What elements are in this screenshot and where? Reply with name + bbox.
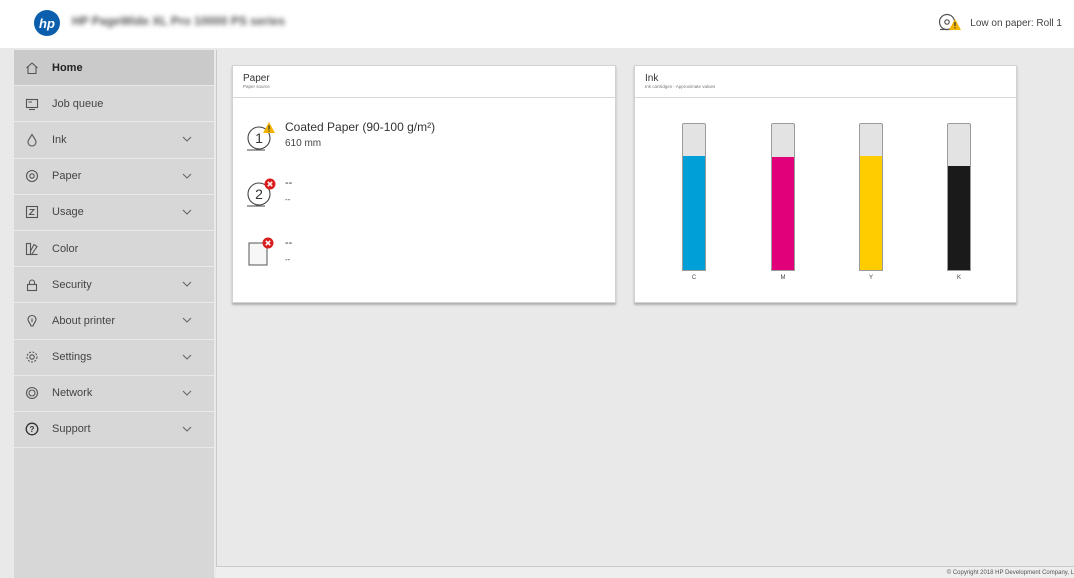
ink-level-fill — [683, 156, 705, 270]
sidebar-item-label: Support — [52, 423, 91, 436]
paper-type: -- — [285, 237, 293, 249]
sidebar-item-settings[interactable]: Settings — [14, 340, 214, 376]
globe-icon — [24, 385, 40, 401]
paper-type: -- — [285, 177, 293, 189]
sidebar-item-label: Settings — [52, 351, 92, 364]
hp-logo: hp — [34, 10, 60, 36]
card-title: Paper — [243, 73, 270, 84]
sidebar-item-label: Color — [52, 242, 79, 255]
color-swatch-icon — [24, 241, 40, 257]
sidebar-item-label: Network — [52, 387, 93, 400]
paper-roll-icon — [24, 168, 40, 184]
cartridge-label: C — [691, 275, 697, 281]
top-header: hp HP PageWide XL Pro 10000 PS series Lo… — [0, 0, 1074, 48]
sidebar-item-security[interactable]: Security — [14, 267, 214, 304]
roll-number: 2 — [255, 186, 263, 202]
card-header: Ink Ink cartridges - Approximate values — [635, 66, 1016, 98]
cartridge-body — [947, 142, 971, 271]
alert-text: Low on paper: Roll 1 — [970, 17, 1062, 29]
roll-warning-icon: 1 — [245, 120, 277, 151]
paper-type: Coated Paper (90-100 g/m²) — [285, 120, 436, 134]
svg-text:?: ? — [30, 425, 35, 434]
cartridge-cap — [771, 123, 795, 143]
sidebar-item-network[interactable]: Network — [14, 376, 214, 412]
ink-cartridge-m[interactable]: M — [771, 123, 795, 281]
sidebar-item-label: Job queue — [52, 97, 104, 110]
sidebar-item-label: Ink — [52, 133, 67, 146]
card-subtitle: Ink cartridges - Approximate values — [645, 84, 716, 89]
ink-level-fill — [772, 157, 794, 270]
cartridge-label: M — [780, 275, 786, 281]
cartridge-cap — [859, 123, 883, 143]
copyright-text: © Copyright 2018 HP Development Company,… — [946, 570, 1074, 576]
sidebar-item-paper[interactable]: Paper — [14, 159, 214, 195]
ink-levels: C M Y K — [635, 123, 1018, 283]
sidebar-item-color[interactable]: Color — [14, 231, 214, 268]
sidebar-item-support[interactable]: ? Support — [14, 412, 214, 449]
status-alert[interactable]: Low on paper: Roll 1 — [938, 12, 1062, 34]
chevron-down-icon[interactable] — [182, 172, 192, 180]
card-header: Paper Paper source — [233, 66, 615, 98]
sidebar-item-label: Usage — [52, 206, 84, 219]
chevron-down-icon[interactable] — [182, 425, 192, 433]
info-icon — [24, 313, 40, 329]
job-queue-icon — [24, 96, 40, 112]
ink-level-fill — [860, 156, 882, 270]
sidebar-item-job-queue[interactable]: Job queue — [14, 86, 214, 123]
cartridge-cap — [682, 123, 706, 143]
sidebar-item-about-printer[interactable]: About printer — [14, 303, 214, 340]
printer-name: HP PageWide XL Pro 10000 PS series — [72, 14, 285, 28]
chevron-down-icon[interactable] — [182, 135, 192, 143]
ink-card[interactable]: Ink Ink cartridges - Approximate values … — [634, 65, 1017, 303]
sidebar-item-label: Paper — [52, 170, 82, 183]
footer: © Copyright 2018 HP Development Company,… — [216, 566, 1074, 578]
sidebar: Home Job queue Ink Paper Usage Color Sec… — [14, 50, 214, 578]
cartridge-body — [682, 142, 706, 271]
sidebar-item-ink[interactable]: Ink — [14, 122, 214, 159]
ink-cartridge-k[interactable]: K — [947, 123, 971, 281]
source-info: Coated Paper (90-100 g/m²) 610 mm — [285, 120, 435, 150]
gear-icon — [24, 349, 40, 365]
ink-cartridge-c[interactable]: C — [682, 123, 706, 281]
cartridge-label: K — [956, 275, 961, 281]
home-icon — [24, 60, 40, 76]
chevron-down-icon[interactable] — [182, 316, 192, 324]
chevron-down-icon[interactable] — [182, 353, 192, 361]
usage-icon — [24, 204, 40, 220]
card-title: Ink — [645, 73, 659, 84]
paper-width: -- — [285, 195, 291, 204]
cartridge-label: Y — [868, 275, 873, 281]
paper-source-roll-2[interactable]: 2 -- -- — [245, 176, 292, 207]
roll-error-icon: 2 — [245, 176, 277, 207]
paper-source-roll-1[interactable]: 1 Coated Paper (90-100 g/m²) 610 mm — [245, 120, 435, 151]
cartridge-body — [859, 142, 883, 271]
sidebar-item-usage[interactable]: Usage — [14, 195, 214, 231]
roll-number: 1 — [255, 130, 263, 146]
sidebar-item-label: Security — [52, 278, 92, 291]
sidebar-item-label: About printer — [52, 314, 115, 327]
chevron-down-icon[interactable] — [182, 389, 192, 397]
help-icon: ? — [24, 421, 40, 437]
paper-roll-warning-icon — [938, 12, 962, 34]
source-info: -- -- — [285, 236, 292, 266]
sidebar-item-home[interactable]: Home — [14, 50, 214, 87]
lock-icon — [24, 277, 40, 293]
ink-cartridge-y[interactable]: Y — [859, 123, 883, 281]
ink-drop-icon — [24, 132, 40, 148]
chevron-down-icon[interactable] — [182, 208, 192, 216]
paper-width: -- — [285, 255, 291, 264]
ink-level-fill — [948, 166, 970, 270]
sheet-error-icon — [245, 236, 277, 266]
paper-width: 610 mm — [285, 138, 322, 149]
paper-source-sheet[interactable]: -- -- — [245, 236, 292, 266]
cartridge-body — [771, 142, 795, 271]
card-subtitle: Paper source — [243, 84, 270, 89]
source-info: -- -- — [285, 176, 292, 206]
paper-card[interactable]: Paper Paper source 1 Coated Paper (90-10… — [232, 65, 616, 303]
sidebar-item-label: Home — [52, 61, 83, 74]
cartridge-cap — [947, 123, 971, 143]
chevron-down-icon[interactable] — [182, 280, 192, 288]
